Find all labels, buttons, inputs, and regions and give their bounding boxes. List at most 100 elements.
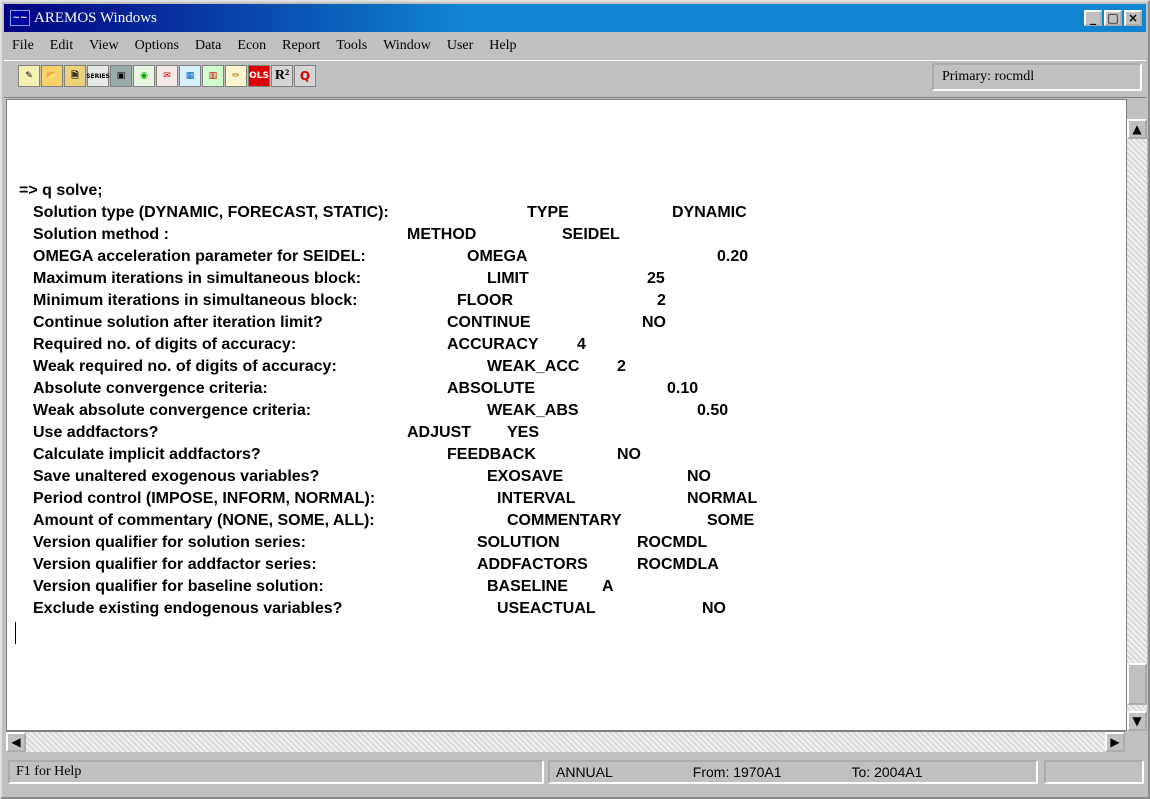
setting-label: Exclude existing endogenous variables? [33,600,343,617]
menu-window[interactable]: Window [375,38,439,54]
text-cursor [15,622,16,644]
clipboard-icon[interactable]: 🗎 [64,65,86,87]
setting-row: Save unaltered exogenous variables? EXOSA… [19,466,711,488]
setting-row: Solution type (DYNAMIC, FORECAST, STATIC… [19,202,747,224]
setting-row: Version qualifier for baseline solution:… [19,576,614,598]
setting-label: Period control (IMPOSE, INFORM, NORMAL): [33,490,376,507]
setting-key: COMMENTARY [507,512,622,529]
status-extra [1044,760,1144,784]
setting-label: OMEGA acceleration parameter for SEIDEL: [33,248,366,265]
scroll-right-icon[interactable]: ▶ [1105,732,1125,752]
ols-icon[interactable]: OLS [248,65,270,87]
setting-row: Required no. of digits of accuracy: ACCUR… [19,334,586,356]
setting-key: METHOD [407,226,477,243]
setting-value: NO [702,600,726,617]
setting-row: Maximum iterations in simultaneous block… [19,268,665,290]
minimize-button[interactable]: _ [1084,10,1102,26]
setting-label: Solution type (DYNAMIC, FORECAST, STATIC… [33,204,389,221]
scroll-up-icon[interactable]: ▲ [1127,119,1147,139]
menu-edit[interactable]: Edit [42,38,81,54]
setting-value: A [602,578,614,595]
toolbar: ✎ 📂 🗎 SERIES ▣ ◉ ✉ ▦ ▥ ✏ OLS R² Q Primar… [4,60,1146,98]
menu-data[interactable]: Data [187,38,229,54]
primary-model-display: Primary: rocmdl [932,63,1142,91]
menu-file[interactable]: File [4,38,42,54]
menu-econ[interactable]: Econ [229,38,274,54]
setting-key: WEAK_ABS [487,402,579,419]
setting-value: ROCMDLA [637,556,719,573]
setting-label: Minimum iterations in simultaneous block… [33,292,358,309]
setting-value: ROCMDL [637,534,708,551]
setting-key: SOLUTION [477,534,560,551]
setting-value: 25 [647,270,665,287]
setting-value: SEIDEL [562,226,620,243]
menu-user[interactable]: User [439,38,481,54]
setting-value: YES [507,424,540,441]
setting-label: Continue solution after iteration limit? [33,314,323,331]
setting-value: 4 [577,336,586,353]
setting-label: Maximum iterations in simultaneous block… [33,270,362,287]
app-icon[interactable]: ~~ [10,10,30,26]
new-icon[interactable]: ✎ [18,65,40,87]
menu-help[interactable]: Help [481,38,524,54]
setting-key: USEACTUAL [497,600,596,617]
setting-label: Use addfactors? [33,424,159,441]
horizontal-scrollbar[interactable]: ◀ ▶ [6,731,1125,752]
setting-row: Use addfactors? ADJUST YES [19,422,539,444]
menu-view[interactable]: View [81,38,126,54]
setting-label: Required no. of digits of accuracy: [33,336,297,353]
setting-value: 2 [657,292,666,309]
save-icon[interactable]: ▣ [110,65,132,87]
scroll-down-icon[interactable]: ▼ [1127,711,1147,731]
setting-label: Calculate implicit addfactors? [33,446,261,463]
setting-value: 0.50 [697,402,729,419]
setting-key: ADJUST [407,424,472,441]
setting-label: Solution method : [33,226,169,243]
setting-value: NO [687,468,711,485]
console-output[interactable]: => q solve; Solution type (DYNAMIC, FORE… [6,99,1127,731]
setting-key: FLOOR [457,292,513,309]
title-bar[interactable]: ~~ AREMOS Windows _ □ × [4,4,1146,32]
setting-row: Calculate implicit addfactors? FEEDBACK NO [19,444,641,466]
r-squared-icon[interactable]: R² [271,65,293,87]
setting-key: ACCURACY [447,336,539,353]
setting-label: Version qualifier for solution series: [33,534,306,551]
globe-icon[interactable]: ◉ [133,65,155,87]
setting-row: Continue solution after iteration limit?… [19,312,666,334]
maximize-button[interactable]: □ [1104,10,1122,26]
status-to: To: 2004A1 [851,764,923,780]
setting-row: Version qualifier for solution series: SO… [19,532,707,554]
window-title: AREMOS Windows [34,9,157,26]
setting-value: DYNAMIC [672,204,747,221]
setting-row: Absolute convergence criteria: ABSOLUTE 0.… [19,378,698,400]
chart-icon[interactable]: ▥ [202,65,224,87]
setting-key: BASELINE [487,578,568,595]
setting-value: SOME [707,512,755,529]
menu-bar: File Edit View Options Data Econ Report … [4,33,1146,59]
status-help: F1 for Help [8,760,544,784]
pencil-icon[interactable]: ✏ [225,65,247,87]
scroll-thumb[interactable] [1127,663,1147,705]
vertical-scrollbar[interactable]: ▲ ▼ [1126,119,1147,731]
setting-value: NO [617,446,641,463]
menu-report[interactable]: Report [274,38,328,54]
setting-key: INTERVAL [497,490,576,507]
series-icon[interactable]: SERIES [86,65,110,87]
menu-options[interactable]: Options [127,38,187,54]
setting-row: Version qualifier for addfactor series: A… [19,554,719,576]
setting-key: ADDFACTORS [477,556,588,573]
setting-row: OMEGA acceleration parameter for SEIDEL:… [19,246,748,268]
setting-label: Absolute convergence criteria: [33,380,268,397]
envelope-icon[interactable]: ✉ [156,65,178,87]
status-from: From: 1970A1 [692,764,782,780]
setting-label: Version qualifier for addfactor series: [33,556,317,573]
scroll-left-icon[interactable]: ◀ [6,732,26,752]
setting-key: WEAK_ACC [487,358,580,375]
table-icon[interactable]: ▦ [179,65,201,87]
q-icon[interactable]: Q [294,65,316,87]
close-button[interactable]: × [1124,10,1142,26]
open-icon[interactable]: 📂 [41,65,63,87]
setting-label: Weak absolute convergence criteria: [33,402,312,419]
setting-row: Weak absolute convergence criteria: WEAK_… [19,400,728,422]
menu-tools[interactable]: Tools [328,38,375,54]
